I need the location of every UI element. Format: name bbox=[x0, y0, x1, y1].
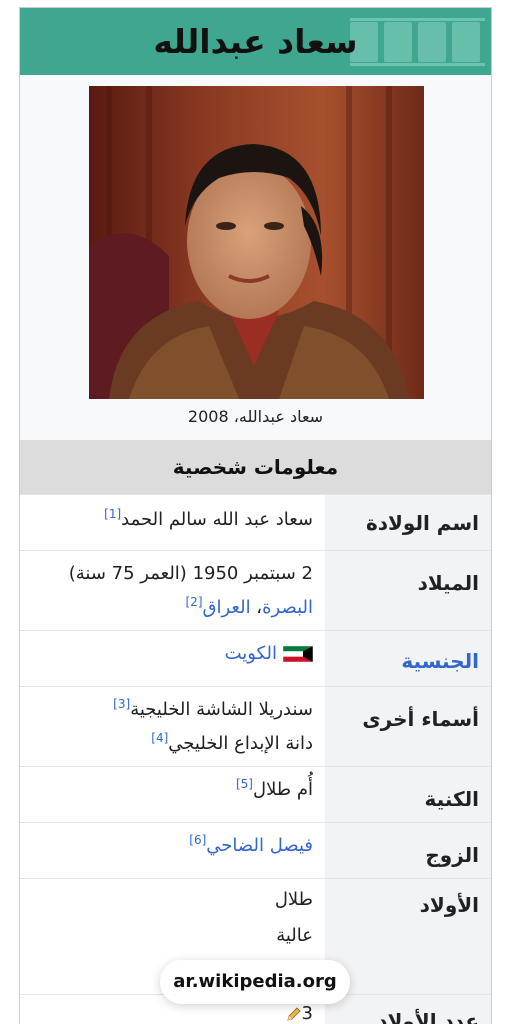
row-label-cell: أسماء أخرى bbox=[325, 687, 491, 766]
page: سعاد عبدالله سعاد عبدالله، 2008 معلومات … bbox=[0, 0, 512, 1024]
separator-text: ، bbox=[250, 597, 263, 618]
row-label-cell: اسم الولادة bbox=[325, 495, 491, 550]
nationality-label-link[interactable]: الجنسية bbox=[401, 649, 479, 673]
kunya-value: أُم طلال[5] bbox=[236, 777, 313, 800]
other-name-2: دانة الإبداع الخليجي[4] bbox=[151, 731, 313, 754]
row-label: الميلاد bbox=[417, 571, 479, 595]
row-label: أسماء أخرى bbox=[362, 707, 479, 731]
citation-ref[interactable]: [3] bbox=[113, 697, 130, 711]
kunya-text: أُم طلال bbox=[252, 779, 313, 800]
birth-country-link[interactable]: العراق bbox=[203, 597, 251, 618]
row-value-cell: 2 سبتمبر 1950 (العمر 75 سنة) البصرة، الع… bbox=[20, 551, 325, 630]
pencil-icon[interactable] bbox=[286, 1006, 302, 1022]
row-label: الزوج bbox=[425, 843, 479, 867]
page-title: سعاد عبدالله bbox=[153, 22, 358, 61]
row-label-cell: عدد الأولاد bbox=[325, 995, 491, 1024]
row-label: اسم الولادة bbox=[365, 511, 479, 535]
nationality-link[interactable]: الكويت bbox=[225, 643, 277, 664]
infobox: سعاد عبدالله سعاد عبدالله، 2008 معلومات … bbox=[19, 7, 492, 1024]
birth-place-value: البصرة، العراق[2] bbox=[185, 595, 313, 618]
infobox-row-spouse: الزوج فيصل الضاحي[6] bbox=[20, 822, 491, 878]
birth-city-link[interactable]: البصرة bbox=[262, 597, 313, 618]
row-value-cell: فيصل الضاحي[6] bbox=[20, 823, 325, 878]
image-caption: سعاد عبدالله، 2008 bbox=[187, 407, 324, 426]
row-value-cell: الكويت bbox=[20, 631, 325, 686]
row-value-cell: سعاد عبد الله سالم الحمد[1] bbox=[20, 495, 325, 550]
other-name-1-text: سندريلا الشاشة الخليجية bbox=[130, 699, 313, 720]
row-label-cell: الكنية bbox=[325, 767, 491, 822]
citation-ref[interactable]: [5] bbox=[236, 777, 253, 791]
birth-date-text: 2 سبتمبر 1950 (العمر 75 سنة) bbox=[68, 563, 313, 584]
row-label: الكنية bbox=[424, 787, 479, 811]
child-1: طلال bbox=[274, 889, 313, 910]
kuwait-flag-icon bbox=[283, 646, 313, 662]
birth-name-value: سعاد عبد الله سالم الحمد[1] bbox=[104, 507, 313, 530]
row-label-cell: الميلاد bbox=[325, 551, 491, 630]
row-label-cell: الزوج bbox=[325, 823, 491, 878]
spouse-value: فيصل الضاحي[6] bbox=[189, 833, 313, 856]
citation-ref[interactable]: [4] bbox=[151, 731, 168, 745]
row-label-cell: الأولاد bbox=[325, 879, 491, 994]
infobox-row-birth: الميلاد 2 سبتمبر 1950 (العمر 75 سنة) الب… bbox=[20, 550, 491, 630]
row-value-cell: أُم طلال[5] bbox=[20, 767, 325, 822]
infobox-title-bar: سعاد عبدالله bbox=[20, 8, 491, 75]
infobox-row-kunya: الكنية أُم طلال[5] bbox=[20, 766, 491, 822]
children-count-value: 3 bbox=[278, 1003, 313, 1024]
nationality-value: الكويت bbox=[225, 643, 313, 664]
row-label: الأولاد bbox=[419, 893, 479, 917]
section-header-personal-info: معلومات شخصية bbox=[20, 440, 491, 494]
child-2: عالية bbox=[276, 925, 313, 946]
row-label-cell: الجنسية bbox=[325, 631, 491, 686]
spouse-link[interactable]: فيصل الضاحي bbox=[206, 835, 313, 856]
citation-ref[interactable]: [1] bbox=[104, 507, 121, 521]
other-name-1: سندريلا الشاشة الخليجية[3] bbox=[113, 697, 313, 720]
row-label: عدد الأولاد bbox=[377, 1009, 479, 1024]
citation-ref[interactable]: [6] bbox=[189, 833, 206, 847]
portrait-image[interactable] bbox=[89, 86, 424, 399]
birth-name-text: سعاد عبد الله سالم الحمد bbox=[121, 509, 313, 530]
other-name-2-text: دانة الإبداع الخليجي bbox=[168, 733, 313, 754]
infobox-row-other-names: أسماء أخرى سندريلا الشاشة الخليجية[3] دا… bbox=[20, 686, 491, 766]
citation-ref[interactable]: [2] bbox=[185, 595, 202, 609]
infobox-image-section: سعاد عبدالله، 2008 bbox=[20, 75, 491, 440]
infobox-row-birth-name: اسم الولادة سعاد عبد الله سالم الحمد[1] bbox=[20, 494, 491, 550]
browser-url-pill[interactable]: ar.wikipedia.org bbox=[160, 960, 350, 1004]
infobox-row-nationality: الجنسية الكويت bbox=[20, 630, 491, 686]
children-count-text: 3 bbox=[301, 1003, 313, 1024]
row-value-cell: سندريلا الشاشة الخليجية[3] دانة الإبداع … bbox=[20, 687, 325, 766]
